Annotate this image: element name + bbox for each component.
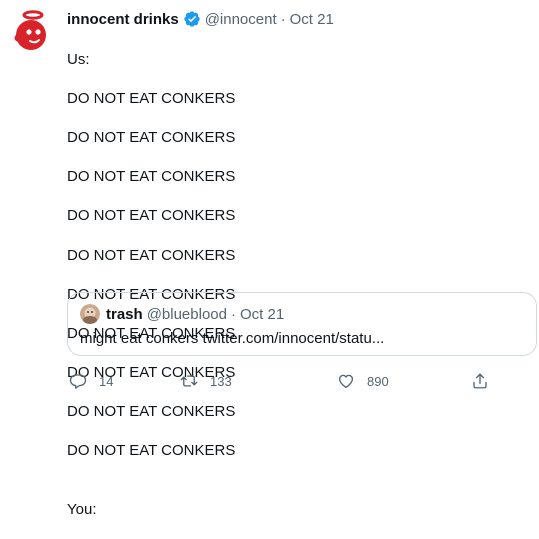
- quoted-tweet-text: might eat conkers twitter.com/innocent/s…: [80, 330, 385, 347]
- verified-badge-icon: [183, 10, 201, 28]
- retweet-count: 133: [210, 373, 232, 389]
- tweet-line: DO NOT EAT CONKERS: [67, 403, 236, 421]
- tweet-line: DO NOT EAT CONKERS: [67, 442, 236, 460]
- quoted-author-name: trash: [106, 305, 143, 323]
- tweet-line: DO NOT EAT CONKERS: [67, 246, 236, 264]
- tweet[interactable]: innocent drinks @innocent · Oct 21 Us: D…: [0, 0, 539, 518]
- tweet-content: innocent drinks @innocent · Oct 21 Us: D…: [67, 8, 537, 539]
- reply-icon: [69, 374, 87, 389]
- like-button[interactable]: 890: [337, 372, 389, 390]
- quoted-author-handle: @blueblood: [146, 305, 227, 323]
- innocent-logo-icon: [14, 10, 46, 50]
- tweet-line: DO NOT EAT CONKERS: [67, 128, 236, 146]
- quoted-tweet[interactable]: trash @blueblood · Oct 21 might eat conk…: [67, 292, 537, 356]
- retweet-button[interactable]: 133: [180, 372, 232, 390]
- tweet-actions: 14 133 890: [67, 372, 537, 394]
- share-button[interactable]: [471, 372, 489, 390]
- quoted-separator-dot: ·: [230, 305, 236, 323]
- reply-count: 14: [99, 373, 114, 389]
- tweet-line: DO NOT EAT CONKERS: [67, 207, 236, 225]
- author-name[interactable]: innocent drinks: [67, 11, 179, 28]
- heart-icon: [338, 374, 354, 389]
- like-count: 890: [367, 373, 389, 389]
- retweet-icon: [180, 375, 198, 387]
- author-avatar[interactable]: [8, 6, 56, 54]
- quoted-tweet-header: trash @blueblood · Oct 21: [80, 304, 284, 324]
- quoted-author-avatar: [80, 304, 100, 324]
- tweet-line: DO NOT EAT CONKERS: [67, 168, 236, 186]
- tweet-line: DO NOT EAT CONKERS: [67, 89, 236, 107]
- tweet-line: Us:: [67, 50, 90, 68]
- separator-dot: ·: [280, 10, 286, 28]
- share-icon: [473, 373, 487, 389]
- quoted-tweet-date: Oct 21: [239, 305, 285, 323]
- tweet-closing-line: You:: [67, 501, 97, 519]
- tweet-date[interactable]: Oct 21: [290, 11, 334, 28]
- author-handle[interactable]: @innocent: [205, 11, 277, 28]
- reply-button[interactable]: 14: [69, 372, 113, 390]
- tweet-header: innocent drinks @innocent · Oct 21: [67, 8, 537, 30]
- tweet-text: Us: DO NOT EAT CONKERS DO NOT EAT CONKER…: [67, 30, 537, 539]
